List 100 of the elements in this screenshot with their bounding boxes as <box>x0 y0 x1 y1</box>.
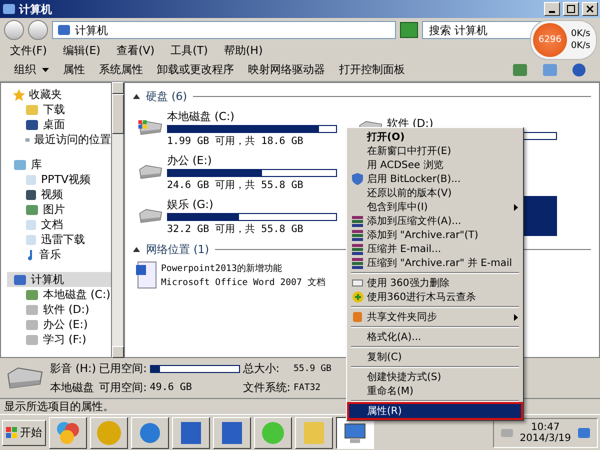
free-space-value: 49.6 GB <box>150 382 193 393</box>
toolbar-button[interactable]: 映射网络驱动器 <box>248 62 325 77</box>
nav-item[interactable]: 本地磁盘 (C:) <box>7 287 111 302</box>
toolbar-button[interactable]: 属性 <box>63 62 85 77</box>
context-menu-item[interactable]: 创建快捷方式(S) <box>349 370 521 384</box>
context-menu-item[interactable]: 用 ACDSee 浏览 <box>349 158 521 172</box>
address-field[interactable]: 计算机 <box>52 21 396 39</box>
nav-item[interactable]: 音乐 <box>7 247 111 262</box>
forward-button[interactable] <box>28 20 48 40</box>
word-document-icon <box>135 261 157 289</box>
free-space-label: 可用空间: <box>99 380 147 395</box>
section-title: 网络位置 (1) <box>146 242 210 257</box>
collapse-arrow-icon <box>133 247 140 252</box>
used-space-label: 已用空间: <box>99 361 147 376</box>
submenu-arrow-icon <box>514 314 518 320</box>
toolbar-button[interactable]: 打开控制面板 <box>339 62 405 77</box>
submenu-arrow-icon <box>514 204 518 210</box>
context-menu-item[interactable]: 重命名(M) <box>349 384 521 398</box>
context-menu-item[interactable]: 添加到 "Archive.rar"(T) <box>349 228 521 242</box>
drive-type: 本地磁盘 <box>50 380 95 395</box>
drive-free-space: 24.6 GB 可用，共 55.8 GB <box>167 178 304 192</box>
close-icon <box>586 5 594 13</box>
nav-item[interactable]: 图片 <box>7 202 111 217</box>
context-menu-item[interactable]: 压缩到 "Archive.rar" 并 E-mail <box>349 256 521 270</box>
toolbar-button[interactable]: 系统属性 <box>99 62 143 77</box>
archive-books-icon <box>352 229 363 241</box>
drive-name: 影音 (H:) <box>50 361 96 376</box>
caret-icon <box>42 68 49 72</box>
windows-logo-icon <box>6 426 18 438</box>
maximize-button[interactable] <box>563 2 579 16</box>
context-menu-item[interactable]: 使用 360强力删除 <box>349 276 521 290</box>
nav-item[interactable]: 库 <box>7 157 111 172</box>
context-menu-item[interactable]: 启用 BitLocker(B)... <box>349 172 521 186</box>
context-menu-item[interactable]: 添加到压缩文件(A)... <box>349 214 521 228</box>
menu-item[interactable]: 文件(F) <box>10 42 47 58</box>
nav-item[interactable]: 下载 <box>7 102 111 117</box>
drive-name: 办公 (E:) <box>167 152 213 168</box>
menu-item[interactable]: 编辑(E) <box>62 42 100 58</box>
shield-icon <box>352 173 363 185</box>
help-icon <box>572 62 586 76</box>
scrollbar[interactable] <box>112 82 124 358</box>
upload-speed: 0K/s <box>571 28 590 40</box>
menu-item[interactable]: 查看(V) <box>116 42 155 58</box>
colorful-petals-icon <box>55 420 81 446</box>
nav-item[interactable]: 桌面 <box>7 117 111 132</box>
section-title: 硬盘 (6) <box>146 89 188 104</box>
nav-item[interactable]: 最近访问的位置 <box>7 132 111 147</box>
download-speed: 0K/s <box>571 40 590 52</box>
context-menu-item[interactable]: 使用360进行木马云查杀 <box>349 290 521 304</box>
drive-name: 本地磁盘 (C:) <box>167 108 236 124</box>
shredder-icon <box>352 277 363 289</box>
context-menu-item[interactable]: 压缩并 E-mail... <box>349 242 521 256</box>
archive-books-icon <box>352 257 363 269</box>
total-size-value: 55.9 GB <box>294 364 332 374</box>
archive-books-icon <box>352 215 363 227</box>
address-path: 计算机 <box>75 22 108 38</box>
clock-time: 10:47 <box>530 422 560 432</box>
clock-date: 2014/3/19 <box>520 432 571 444</box>
nav-item[interactable]: 计算机 <box>7 272 111 287</box>
nav-item[interactable]: 办公 (E:) <box>7 317 111 332</box>
music-note-icon <box>25 248 35 260</box>
drive-free-space: 1.99 GB 可用，共 18.6 GB <box>167 134 304 148</box>
drive-name: 娱乐 (G:) <box>167 196 214 212</box>
score-badge: 6296 <box>533 23 567 57</box>
toolbar-button[interactable]: 组织 <box>14 62 49 77</box>
item-type: Microsoft Office Word 2007 文档 <box>161 276 326 288</box>
archive-books-icon <box>352 243 363 255</box>
nav-item[interactable]: 软件 (D:) <box>7 302 111 317</box>
nav-item[interactable]: PPTV视频 <box>7 172 111 187</box>
menu-item[interactable]: 工具(T) <box>170 42 208 58</box>
maximize-icon <box>567 5 575 13</box>
nav-item[interactable]: 学习 (F:) <box>7 332 111 347</box>
speed-widget[interactable]: 6296 0K/s 0K/s <box>530 20 598 60</box>
nav-item[interactable]: 文档 <box>7 217 111 232</box>
plus-circle-icon <box>352 291 364 303</box>
nav-item[interactable]: 视频 <box>7 187 111 202</box>
context-menu-item[interactable]: 包含到库中(I) <box>349 200 521 214</box>
start-button[interactable]: 开始 <box>2 420 46 446</box>
collapse-arrow-icon <box>133 94 140 99</box>
drive-free-space: 32.2 GB 可用，共 55.8 GB <box>167 222 304 236</box>
star-icon <box>13 88 25 100</box>
nav-item[interactable]: 收藏夹 <box>7 87 111 102</box>
context-menu-item[interactable]: 复制(C) <box>349 350 521 364</box>
context-menu-item[interactable]: 格式化(A)... <box>349 330 521 344</box>
menu-item[interactable]: 帮助(H) <box>224 42 263 58</box>
close-button[interactable] <box>582 2 598 16</box>
context-menu-item[interactable]: 在新窗口中打开(E) <box>349 144 521 158</box>
file-system-value: FAT32 <box>294 382 322 392</box>
context-menu-item[interactable]: 还原以前的版本(V) <box>349 186 521 200</box>
window-title: 计算机 <box>19 2 53 16</box>
context-menu-item[interactable]: 共享文件夹同步 <box>349 310 521 324</box>
item-name: Powerpoint2013的新增功能 <box>161 262 283 274</box>
file-system-label: 文件系统: <box>242 380 290 395</box>
nav-item[interactable]: 迅雷下载 <box>7 232 111 247</box>
toolbar-button[interactable]: 卸载或更改程序 <box>157 62 234 77</box>
context-menu-item[interactable]: 属性(R) <box>349 404 521 418</box>
context-menu-item[interactable]: 打开(O) <box>349 130 521 144</box>
total-size-label: 总大小: <box>242 361 280 376</box>
back-button[interactable] <box>4 20 24 40</box>
minimize-button[interactable] <box>544 2 560 16</box>
